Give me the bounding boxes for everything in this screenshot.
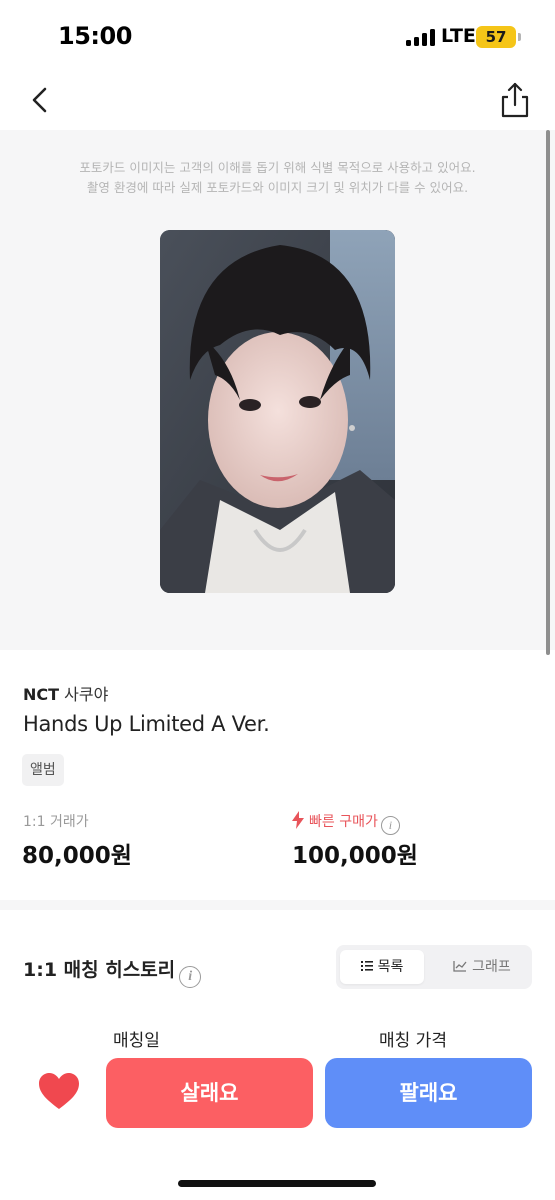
info-icon[interactable]: i bbox=[380, 816, 400, 835]
image-notice-line2: 촬영 환경에 따라 실제 포토카드와 이미지 크기 및 위치가 다를 수 있어요… bbox=[86, 180, 469, 195]
lightning-icon bbox=[292, 811, 304, 829]
image-notice: 포토카드 이미지는 고객의 이해를 돕기 위해 식별 목적으로 사용하고 있어요… bbox=[0, 158, 555, 198]
battery-icon: 57 bbox=[476, 26, 516, 48]
nav-bar bbox=[0, 72, 555, 130]
product-title: Hands Up Limited A Ver. bbox=[23, 712, 270, 736]
sell-button[interactable]: 팔래요 bbox=[325, 1058, 532, 1128]
section-divider bbox=[0, 900, 555, 910]
one-to-one-price: 80,000원 bbox=[22, 843, 132, 869]
network-type: LTE bbox=[441, 25, 476, 47]
scrollbar[interactable] bbox=[546, 130, 550, 655]
photocard-image[interactable] bbox=[160, 230, 395, 593]
column-header-date: 매칭일 bbox=[113, 1031, 160, 1051]
status-bar: 15:00 LTE 57 bbox=[0, 0, 555, 72]
fast-buy-price: 100,000원 bbox=[292, 843, 418, 869]
column-header-price: 매칭 가격 bbox=[379, 1031, 447, 1051]
tab-graph-label: 그래프 bbox=[472, 959, 511, 975]
tab-list-label: 목록 bbox=[377, 959, 404, 975]
buy-button[interactable]: 살래요 bbox=[106, 1058, 313, 1128]
like-button[interactable] bbox=[37, 1071, 81, 1111]
history-title-row: 1:1 매칭 히스토리 i bbox=[23, 955, 202, 988]
back-button[interactable] bbox=[22, 82, 58, 118]
fast-buy-label-row: 빠른 구매가 i bbox=[292, 811, 400, 835]
photocard-photo bbox=[160, 230, 395, 593]
artist-line: NCT 사쿠야 bbox=[23, 681, 108, 705]
tab-graph[interactable]: 그래프 bbox=[440, 950, 524, 984]
history-info-icon[interactable]: i bbox=[179, 966, 202, 988]
chevron-left-icon bbox=[32, 87, 47, 113]
group-name: NCT bbox=[23, 685, 60, 704]
photocard-image-area: 포토카드 이미지는 고객의 이해를 돕기 위해 식별 목적으로 사용하고 있어요… bbox=[0, 130, 555, 650]
battery-tip bbox=[518, 33, 521, 41]
heart-icon bbox=[39, 1073, 79, 1109]
tab-list[interactable]: 목록 bbox=[340, 950, 424, 984]
fast-buy-label: 빠른 구매가 bbox=[309, 814, 378, 830]
list-icon bbox=[360, 961, 373, 971]
image-notice-line1: 포토카드 이미지는 고객의 이해를 돕기 위해 식별 목적으로 사용하고 있어요… bbox=[79, 160, 476, 175]
history-title: 1:1 매칭 히스토리 bbox=[23, 959, 176, 981]
member-name: 사쿠야 bbox=[64, 685, 109, 704]
history-view-toggle: 목록 그래프 bbox=[336, 945, 532, 989]
category-tag: 앨범 bbox=[22, 754, 64, 786]
one-to-one-price-label: 1:1 거래가 bbox=[23, 814, 89, 830]
signal-icon bbox=[406, 29, 436, 46]
share-button[interactable] bbox=[496, 80, 534, 120]
product-info: NCT 사쿠야 Hands Up Limited A Ver. 앨범 1:1 거… bbox=[0, 650, 555, 900]
home-indicator[interactable] bbox=[178, 1180, 376, 1187]
share-icon bbox=[501, 82, 529, 118]
line-chart-icon bbox=[453, 961, 467, 972]
status-time: 15:00 bbox=[58, 22, 132, 50]
